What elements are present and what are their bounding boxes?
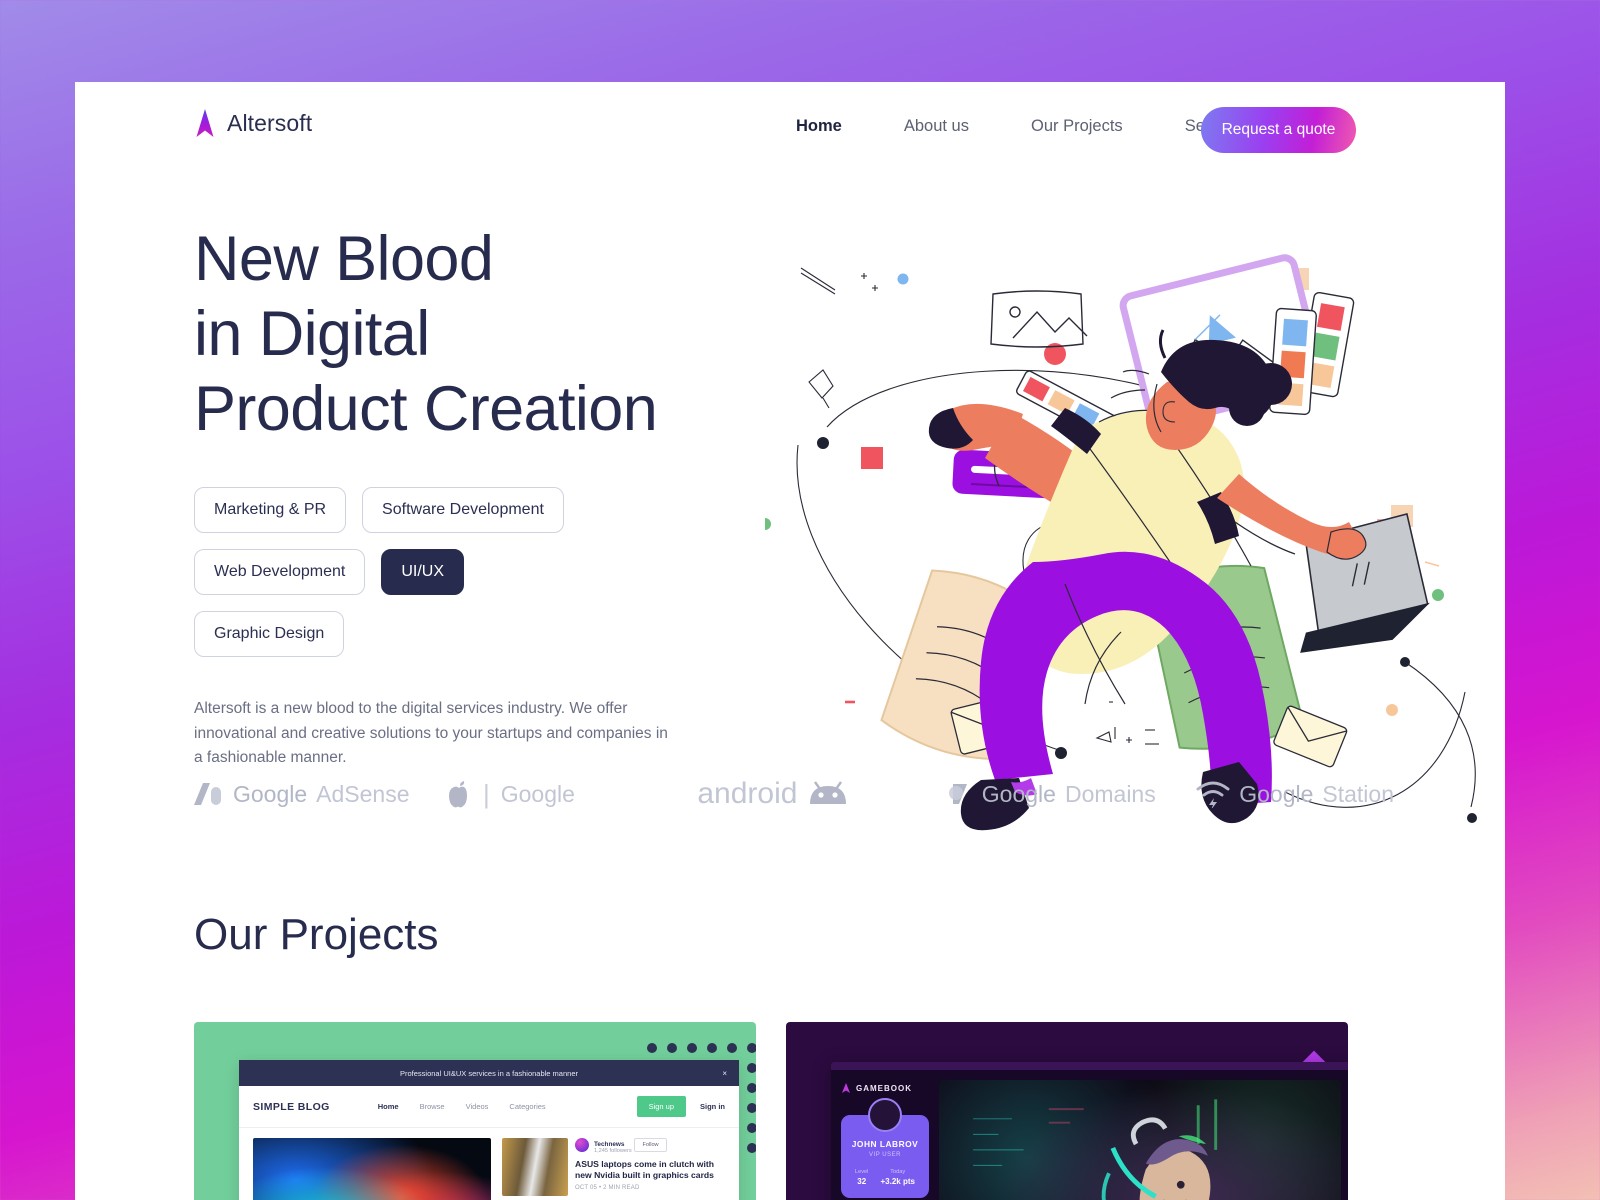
blog-nav-categories[interactable]: Categories bbox=[509, 1102, 545, 1111]
hero-illustration bbox=[765, 254, 1477, 831]
pill-marketing-pr[interactable]: Marketing & PR bbox=[194, 487, 347, 533]
partner-google-station: Google Station bbox=[1196, 780, 1394, 808]
google-domains-icon bbox=[948, 784, 967, 804]
page-sheet: Altersoft Home About us Our Projects Ser… bbox=[75, 82, 1505, 1200]
game-sidebar: GAMEBOOK JOHN LABROV VIP USER Level 32 T… bbox=[831, 1070, 939, 1200]
project-cards: Professional UI&UX services in a fashion… bbox=[194, 1022, 1386, 1200]
close-icon[interactable]: × bbox=[722, 1069, 727, 1078]
list-item[interactable]: Technews Follow 1,245 followers ASUS lap… bbox=[502, 1138, 725, 1196]
partner-label-suffix: Google bbox=[500, 780, 575, 807]
blog-feed: Technews Follow 1,245 followers ASUS lap… bbox=[502, 1138, 725, 1200]
headline-line-1: New Blood bbox=[194, 224, 494, 294]
partner-google-domains: Google Domains bbox=[947, 780, 1196, 808]
pill-web-development[interactable]: Web Development bbox=[194, 549, 366, 595]
partner-label-suffix: Station bbox=[1322, 780, 1394, 807]
nav-item-our-projects[interactable]: Our Projects bbox=[1000, 117, 1154, 136]
gamebook-mark-icon bbox=[842, 1083, 850, 1093]
headline-line-2: in Digital bbox=[194, 299, 430, 369]
blog-logo: SIMPLE BLOG bbox=[253, 1100, 330, 1113]
android-robot-icon bbox=[810, 781, 847, 804]
stat-today: Today +3.2k pts bbox=[880, 1169, 914, 1186]
request-a-quote-button[interactable]: Request a quote bbox=[1201, 107, 1356, 153]
partner-label-suffix: Domains bbox=[1064, 780, 1156, 807]
avatar bbox=[868, 1098, 902, 1132]
brand-name: Altersoft bbox=[227, 109, 313, 136]
game-hero-banner bbox=[939, 1080, 1341, 1200]
blog-mockup: Professional UI&UX services in a fashion… bbox=[239, 1060, 739, 1200]
blog-nav-home[interactable]: Home bbox=[378, 1102, 399, 1111]
pill-software-development[interactable]: Software Development bbox=[362, 487, 564, 533]
blog-signup-button[interactable]: Sign up bbox=[636, 1096, 686, 1117]
pill-graphic-design[interactable]: Graphic Design bbox=[194, 611, 345, 657]
site-header: Altersoft Home About us Our Projects Ser… bbox=[75, 82, 1505, 182]
adsense-slashes-icon bbox=[194, 783, 221, 805]
article-thumbnail bbox=[502, 1138, 568, 1196]
nav-item-about-us[interactable]: About us bbox=[873, 117, 1000, 136]
follow-button[interactable]: Follow bbox=[634, 1138, 667, 1152]
headline-line-3: Product Creation bbox=[194, 374, 658, 444]
status-badge: VIP USER bbox=[869, 1152, 901, 1158]
project-card-simple-blog[interactable]: Professional UI&UX services in a fashion… bbox=[194, 1022, 756, 1200]
stat-value: 32 bbox=[857, 1177, 867, 1186]
gamebook-mockup: GAMEBOOK JOHN LABROV VIP USER Level 32 T… bbox=[831, 1062, 1348, 1200]
stat-value: +3.2k pts bbox=[880, 1177, 915, 1186]
blog-nav-browse[interactable]: Browse bbox=[420, 1102, 445, 1111]
partner-android: android bbox=[697, 777, 946, 811]
brand-logo[interactable]: Altersoft bbox=[194, 108, 312, 138]
user-stats: Level 32 Today +3.2k pts bbox=[849, 1169, 921, 1186]
partner-label-prefix: Google bbox=[1239, 780, 1314, 807]
partner-label-suffix: AdSense bbox=[316, 780, 410, 807]
game-body: GAMEBOOK JOHN LABROV VIP USER Level 32 T… bbox=[831, 1070, 1348, 1200]
game-titlebar bbox=[831, 1062, 1348, 1070]
partner-google-adsense: Google AdSense bbox=[194, 781, 448, 808]
blog-content: Technews Follow 1,245 followers ASUS lap… bbox=[239, 1128, 739, 1200]
blog-nav-links: Home Browse Videos Categories bbox=[378, 1102, 546, 1111]
blog-promo-banner: Professional UI&UX services in a fashion… bbox=[239, 1060, 739, 1086]
partner-label-prefix: android bbox=[697, 777, 798, 810]
blog-navbar: SIMPLE BLOG Home Browse Videos Categorie… bbox=[239, 1086, 739, 1128]
blog-nav-videos[interactable]: Videos bbox=[466, 1102, 489, 1111]
project-card-gamebook[interactable]: GAMEBOOK JOHN LABROV VIP USER Level 32 T… bbox=[786, 1022, 1348, 1200]
partner-label-prefix: Google bbox=[233, 780, 308, 807]
article-date: OCT 05 • 2 MIN READ bbox=[575, 1185, 640, 1192]
blog-hero-image bbox=[253, 1138, 491, 1200]
service-filter-pills: Marketing & PR Software Development Web … bbox=[194, 487, 614, 657]
wifi-icon bbox=[1196, 781, 1230, 808]
apple-icon bbox=[448, 781, 467, 808]
pill-ui-ux[interactable]: UI/UX bbox=[381, 549, 464, 595]
nav-item-home[interactable]: Home bbox=[765, 117, 873, 136]
gamebook-logo-text: GAMEBOOK bbox=[856, 1083, 912, 1093]
hero-description: Altersoft is a new blood to the digital … bbox=[194, 700, 668, 766]
altersoft-arrow-logo-icon bbox=[196, 109, 214, 137]
partner-logos: Google AdSense | Google android Google D… bbox=[194, 777, 1394, 811]
gamebook-logo: GAMEBOOK bbox=[841, 1083, 929, 1093]
user-name: JOHN LABROV bbox=[851, 1139, 919, 1149]
avatar bbox=[575, 1138, 589, 1152]
hero-content: New Blood in Digital Product Creation Ma… bbox=[194, 222, 754, 771]
article-headline: ASUS laptops come in clutch with new Nvi… bbox=[575, 1159, 714, 1181]
stat-label: Today bbox=[890, 1169, 906, 1175]
blog-auth-actions: Sign up Sign in bbox=[636, 1096, 725, 1117]
blog-signin-link[interactable]: Sign in bbox=[700, 1102, 725, 1111]
cyberpunk-character-art bbox=[973, 1099, 1218, 1200]
divider-pipe: | bbox=[482, 778, 490, 809]
partner-apple-google: | Google bbox=[448, 779, 697, 810]
stat-label: Level bbox=[855, 1169, 869, 1175]
partner-label-prefix: Google bbox=[981, 780, 1056, 807]
blog-banner-text: Professional UI&UX services in a fashion… bbox=[399, 1068, 578, 1078]
user-profile-card: JOHN LABROV VIP USER Level 32 Today +3.2… bbox=[841, 1098, 929, 1198]
page-title: New Blood in Digital Product Creation bbox=[194, 222, 754, 447]
stat-level: Level 32 bbox=[855, 1169, 868, 1186]
section-title-our-projects: Our Projects bbox=[194, 910, 439, 959]
